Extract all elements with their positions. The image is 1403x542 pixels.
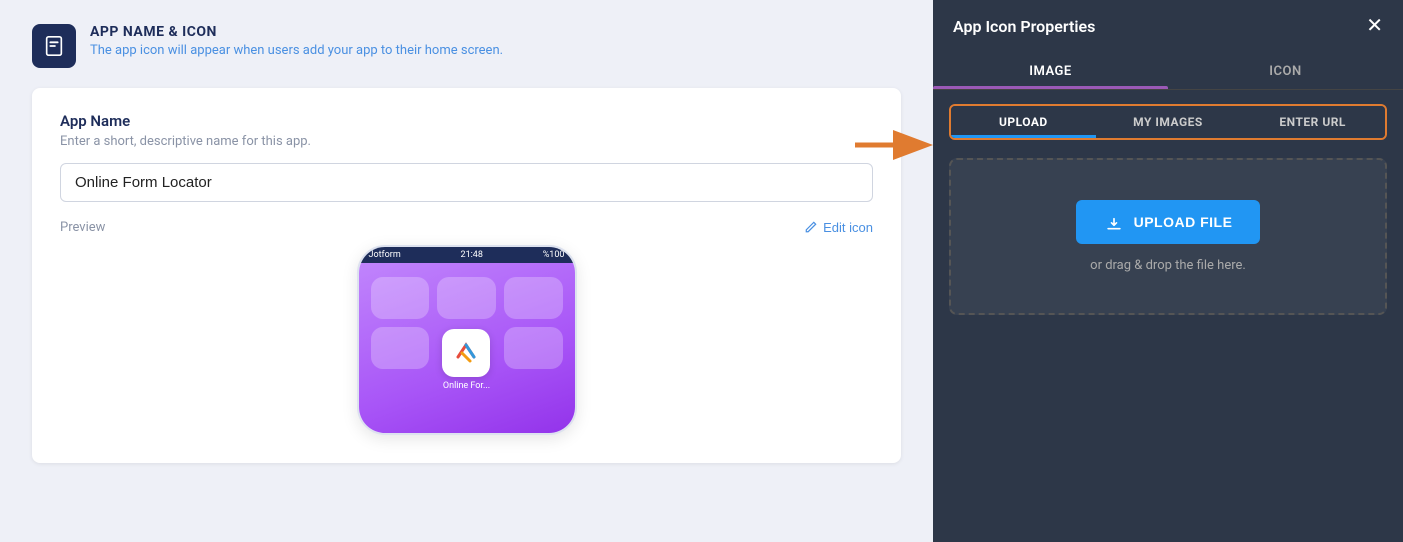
app-grid-bottom: Online For...: [371, 327, 563, 391]
tab-icon[interactable]: ICON: [1168, 52, 1403, 89]
app-grid-top: [371, 277, 563, 319]
phone-screen: Online For...: [359, 263, 575, 433]
inner-tabs-wrapper: UPLOAD MY IMAGES ENTER URL: [933, 90, 1403, 150]
main-app-label: Online For...: [443, 381, 490, 391]
app-slot: [437, 277, 496, 319]
inner-tabs: UPLOAD MY IMAGES ENTER URL: [949, 104, 1387, 140]
upload-file-button[interactable]: UPLOAD FILE: [1076, 200, 1261, 244]
app-slot-bottom: [504, 327, 563, 369]
app-name-input[interactable]: [60, 163, 873, 202]
tab-upload[interactable]: UPLOAD: [951, 106, 1096, 138]
app-slot: [371, 277, 430, 319]
app-slot: [504, 277, 563, 319]
section-title: APP NAME & ICON: [90, 24, 503, 40]
app-name-card: App Name Enter a short, descriptive name…: [32, 88, 901, 463]
upload-file-label: UPLOAD FILE: [1134, 214, 1233, 230]
upload-icon: [1104, 212, 1124, 232]
app-name-header: APP NAME & ICON The app icon will appear…: [32, 24, 901, 68]
drag-drop-text: or drag & drop the file here.: [1090, 258, 1246, 273]
tab-enter-url[interactable]: ENTER URL: [1240, 106, 1385, 138]
arrow-indicator: [855, 125, 935, 165]
app-name-label: App Name: [60, 112, 873, 130]
preview-row: Preview Edit icon: [60, 220, 873, 235]
right-panel-header: App Icon Properties ✕: [933, 0, 1403, 52]
phone-battery: %100: [543, 250, 565, 260]
phone-mockup: Jotform 21:48 %100: [357, 245, 577, 435]
close-button[interactable]: ✕: [1366, 16, 1383, 36]
app-icon-box: [32, 24, 76, 68]
main-app-icon: [442, 329, 490, 377]
edit-icon-label: Edit icon: [823, 220, 873, 235]
right-panel-title: App Icon Properties: [953, 17, 1095, 36]
edit-icon-button[interactable]: Edit icon: [803, 220, 873, 235]
app-name-sublabel: Enter a short, descriptive name for this…: [60, 134, 873, 149]
preview-label: Preview: [60, 220, 105, 235]
right-panel: App Icon Properties ✕ IMAGE ICON UPLOAD …: [933, 0, 1403, 542]
phone-status-bar: Jotform 21:48 %100: [359, 247, 575, 263]
app-slot-bottom: [371, 327, 430, 369]
section-subtitle: The app icon will appear when users add …: [90, 43, 503, 58]
header-text: APP NAME & ICON The app icon will appear…: [90, 24, 503, 58]
main-app: Online For...: [437, 329, 496, 391]
upload-area: UPLOAD FILE or drag & drop the file here…: [949, 158, 1387, 315]
tab-image[interactable]: IMAGE: [933, 52, 1168, 89]
phone-time: 21:48: [461, 250, 483, 260]
left-panel: APP NAME & ICON The app icon will appear…: [0, 0, 933, 542]
top-tabs: IMAGE ICON: [933, 52, 1403, 90]
phone-carrier: Jotform: [369, 250, 401, 260]
edit-icon: [803, 220, 818, 235]
tab-my-images[interactable]: MY IMAGES: [1096, 106, 1241, 138]
